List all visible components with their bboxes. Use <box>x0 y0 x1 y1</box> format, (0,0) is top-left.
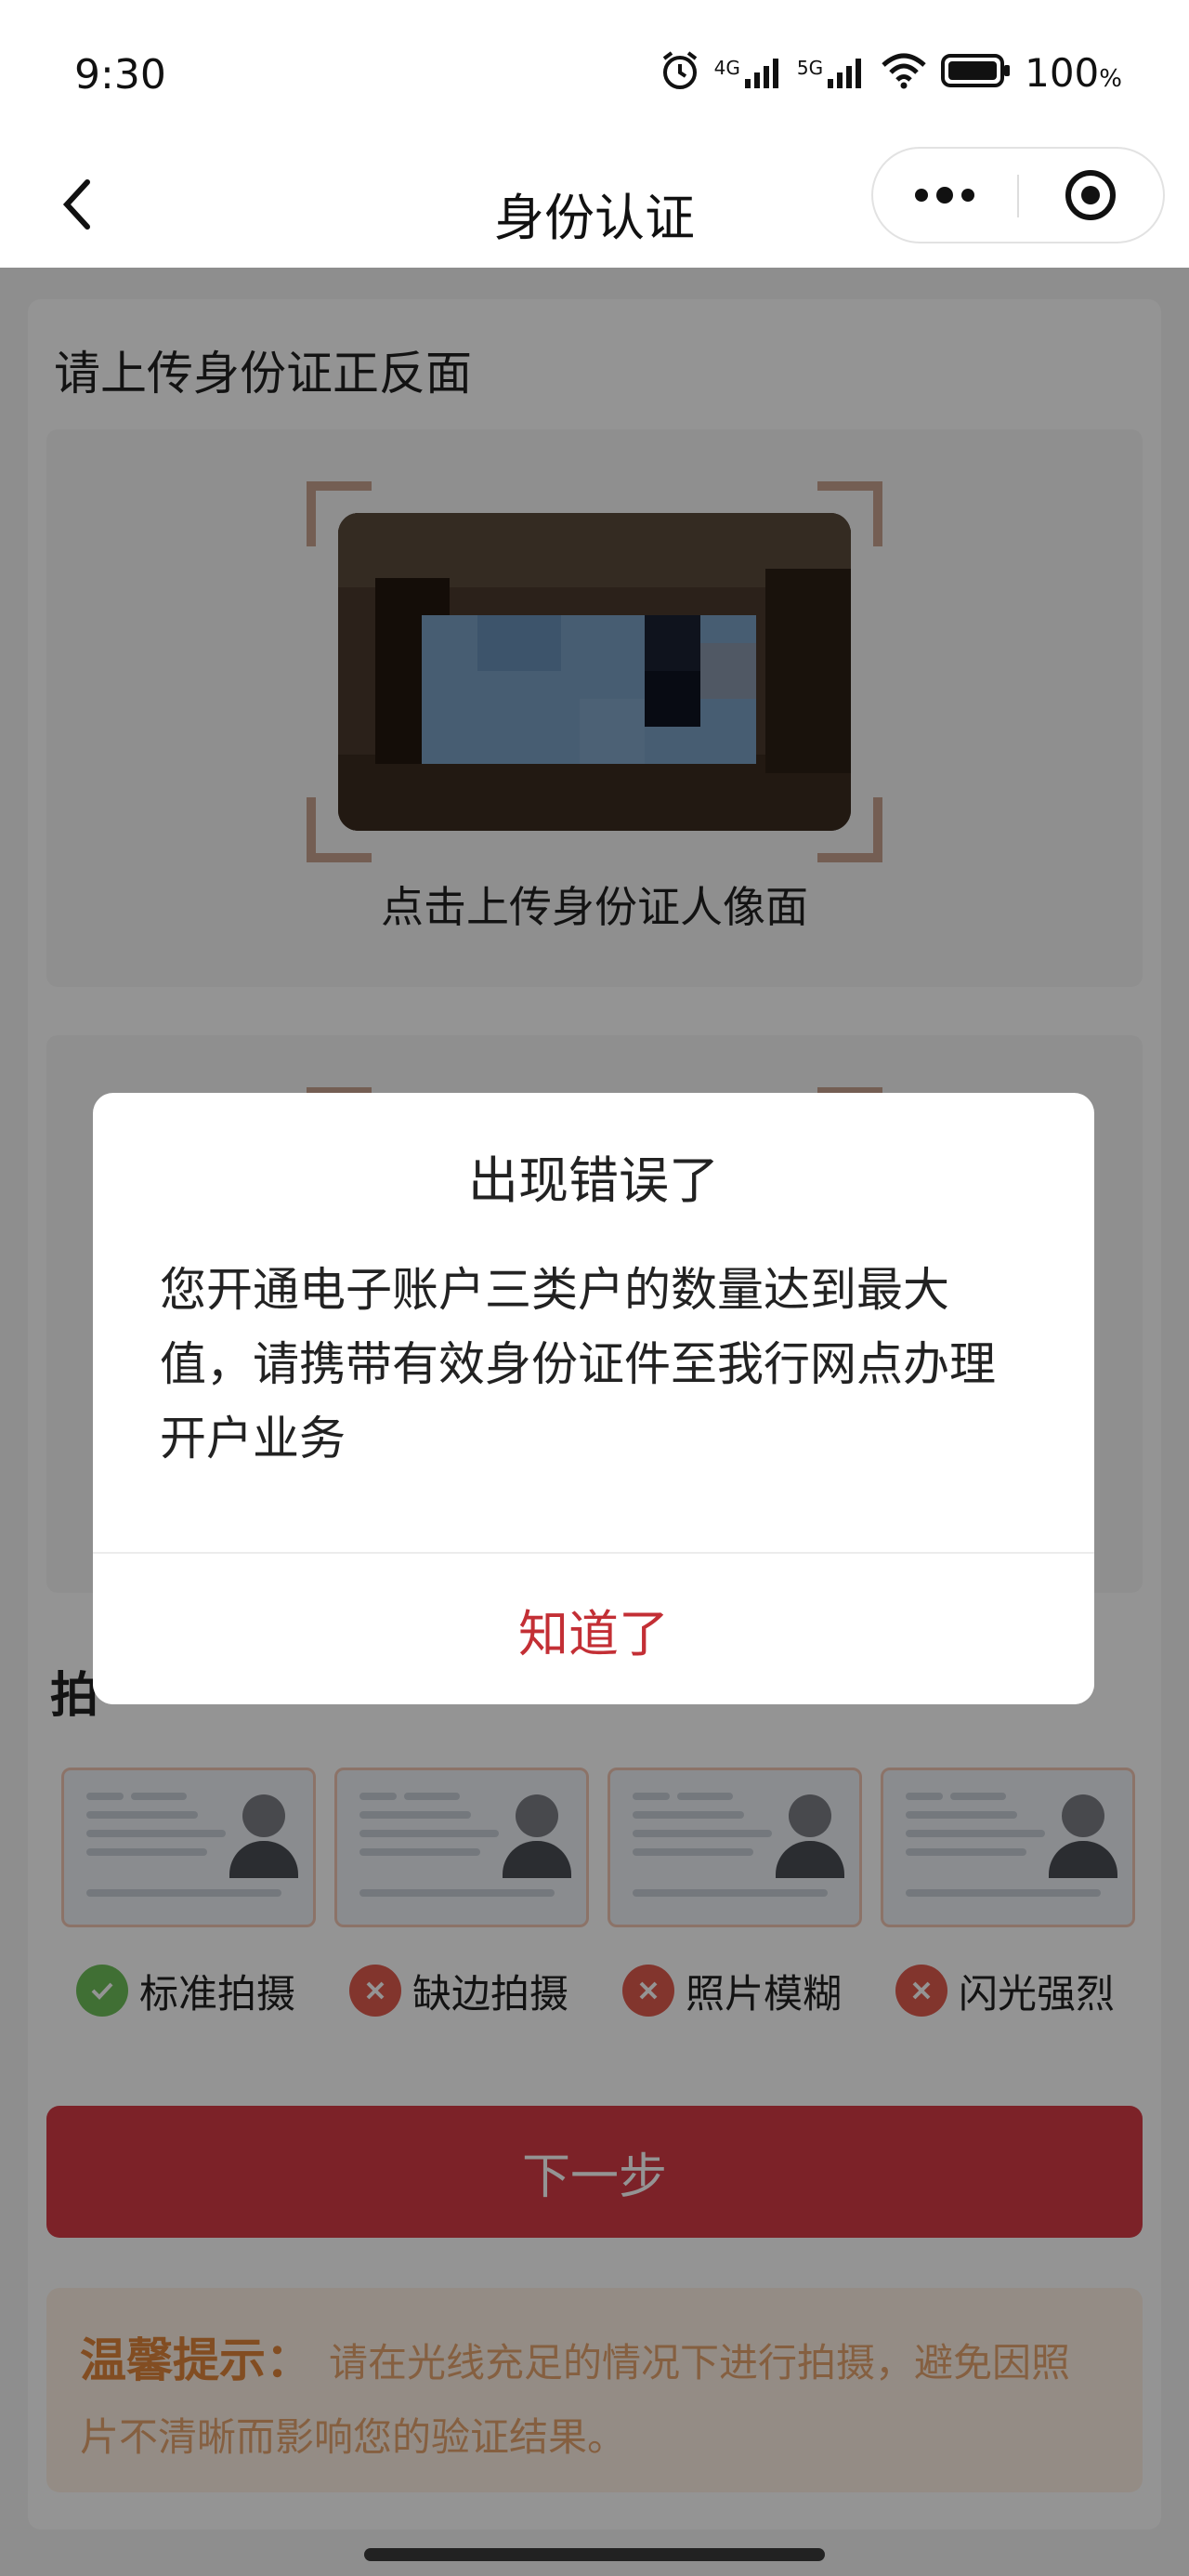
battery-percent-value: 100 <box>1025 49 1100 96</box>
signal-5g-icon: 5G <box>797 57 867 88</box>
status-icons: 4G 5G 100% <box>659 49 1122 96</box>
home-indicator[interactable] <box>364 2548 825 2561</box>
status-time: 9:30 <box>74 51 166 99</box>
error-dialog: 出现错误了 您开通电子账户三类户的数量达到最大值，请携带有效身份证件至我行网点办… <box>93 1093 1094 1704</box>
signal-5g-label: 5G <box>796 57 824 79</box>
signal-4g-icon: 4G <box>714 57 784 88</box>
dialog-confirm-button[interactable]: 知道了 <box>93 1554 1094 1704</box>
more-button[interactable] <box>873 149 1016 242</box>
signal-4g-label: 4G <box>713 57 740 79</box>
status-bar: 9:30 4G 5G 100% <box>0 0 1189 139</box>
alarm-icon <box>659 49 701 96</box>
battery-percent-unit: % <box>1099 64 1122 93</box>
target-circle-icon <box>1065 170 1116 220</box>
dialog-message: 您开通电子账户三类户的数量达到最大值，请携带有效身份证件至我行网点办理开户业务 <box>160 1263 996 1465</box>
miniapp-capsule <box>871 147 1165 243</box>
battery-icon <box>941 52 1012 93</box>
capsule-divider <box>1017 175 1019 217</box>
more-dots-icon <box>915 187 974 204</box>
battery-percent: 100% <box>1025 50 1122 96</box>
dialog-title: 出现错误了 <box>468 1151 719 1210</box>
nav-bar: 身份认证 <box>0 139 1189 268</box>
wifi-icon <box>880 52 928 93</box>
close-miniapp-button[interactable] <box>1020 149 1161 242</box>
